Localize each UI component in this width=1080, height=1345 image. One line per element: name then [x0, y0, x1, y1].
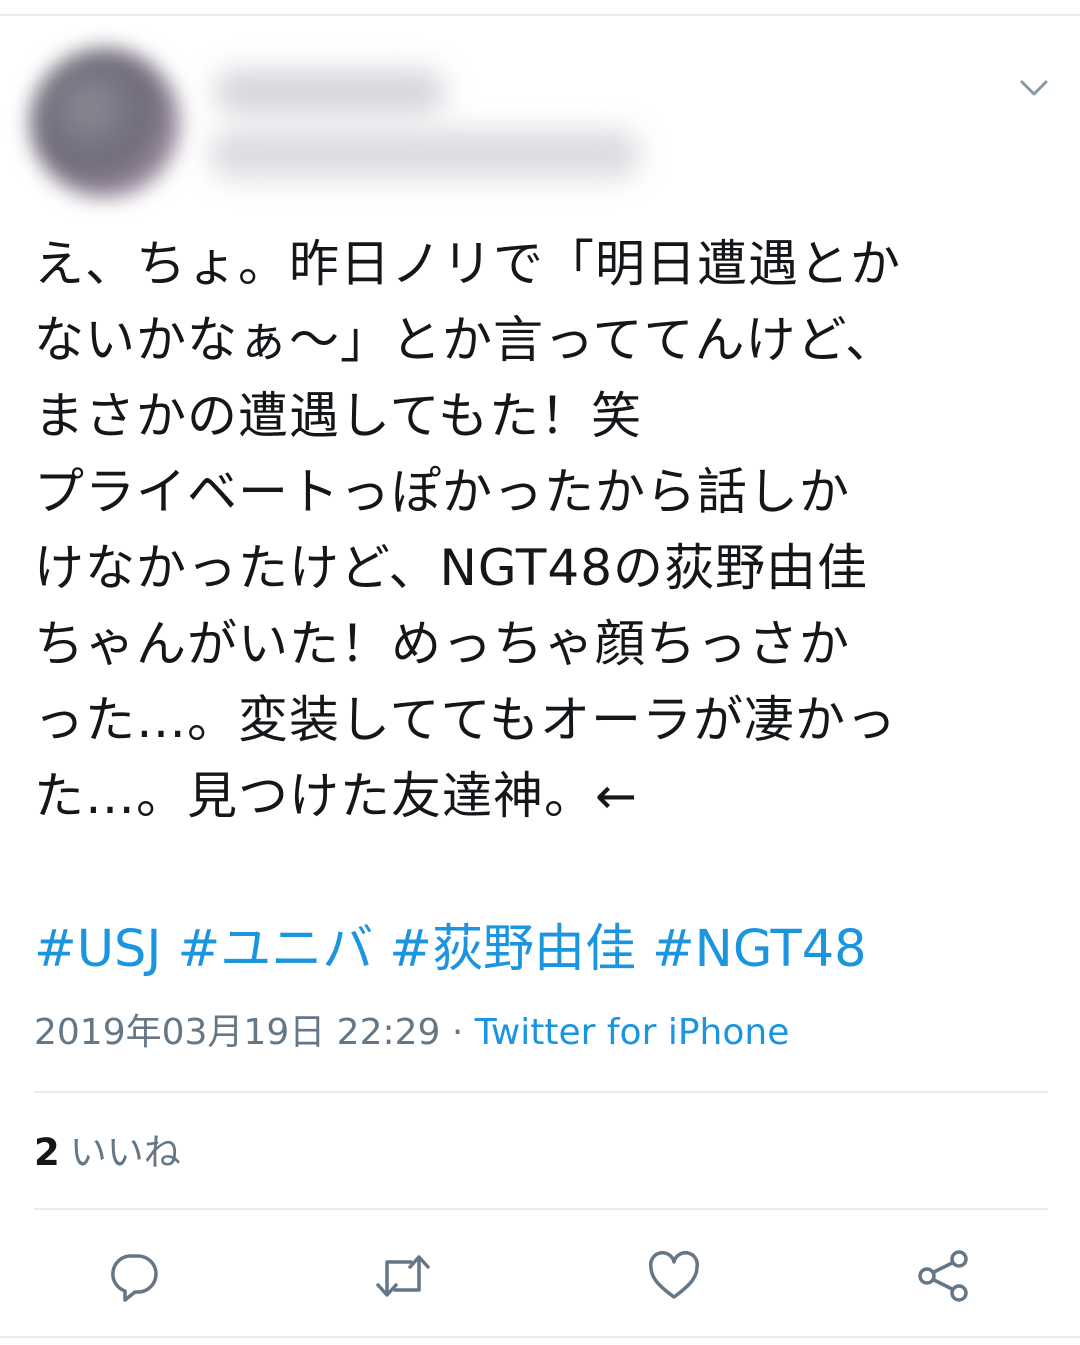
reply-button[interactable] — [104, 1246, 164, 1306]
share-button[interactable] — [913, 1246, 973, 1306]
hashtag-ogino-yuka[interactable]: #荻野由佳 — [389, 920, 636, 979]
tweet-text: え、ちょ。昨日ノリで「明日遭遇とか ないかなぁ〜」とか言っててんけど、 まさかの… — [34, 235, 901, 825]
hashtag-ngt48[interactable]: #NGT48 — [652, 920, 867, 979]
tweet-meta: 2019年03月19日 22:29 · Twitter for iPhone — [34, 1008, 789, 1058]
share-icon — [918, 1250, 968, 1302]
hashtag-list: #USJ #ユニバ #荻野由佳 #NGT48 — [34, 912, 1044, 988]
hashtag-usj[interactable]: #USJ — [34, 920, 161, 979]
like-stats[interactable]: 2 いいね — [34, 1128, 181, 1178]
tweet-timestamp[interactable]: 2019年03月19日 22:29 — [34, 1012, 440, 1053]
action-bar — [0, 1240, 1080, 1310]
user-display-name[interactable] — [215, 70, 445, 114]
hashtag-yuniba[interactable]: #ユニバ — [177, 920, 373, 979]
meta-separator: · — [440, 1012, 475, 1053]
heart-icon — [648, 1251, 700, 1299]
like-button[interactable] — [644, 1246, 704, 1306]
tweet-header — [0, 40, 1080, 200]
chevron-down-icon — [1020, 80, 1048, 96]
more-options-button[interactable] — [1014, 68, 1054, 108]
reply-icon — [111, 1254, 158, 1302]
top-divider — [0, 14, 1080, 16]
retweet-icon — [376, 1255, 430, 1297]
retweet-button[interactable] — [373, 1246, 433, 1306]
user-handle[interactable] — [210, 130, 640, 178]
divider — [34, 1091, 1048, 1093]
like-label: いいね — [69, 1131, 181, 1174]
like-count: 2 — [34, 1131, 60, 1174]
tweet-source-link[interactable]: Twitter for iPhone — [475, 1012, 790, 1053]
bottom-divider — [0, 1336, 1080, 1338]
divider — [34, 1208, 1048, 1210]
avatar[interactable] — [30, 48, 180, 198]
